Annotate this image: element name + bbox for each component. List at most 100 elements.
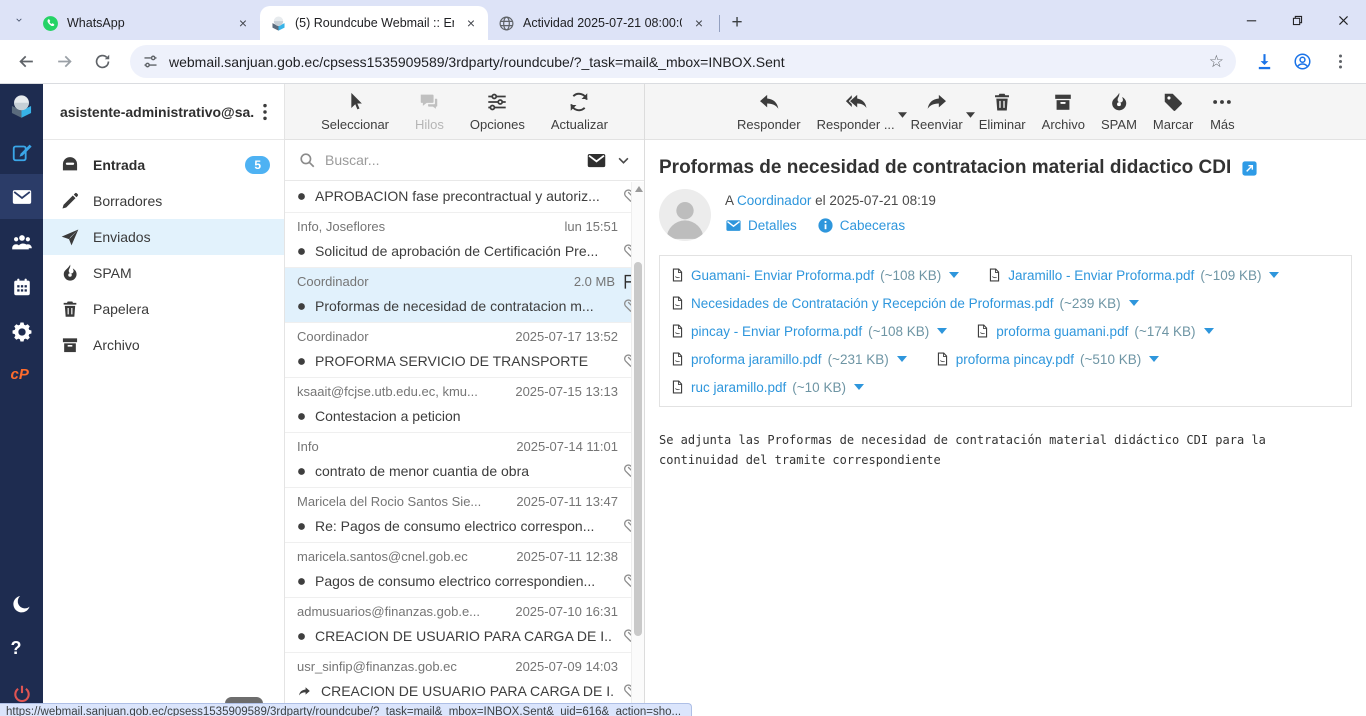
header-link[interactable]: Cabeceras bbox=[817, 217, 905, 234]
message-row[interactable]: APROBACION fase precontractual y autoriz… bbox=[285, 181, 644, 213]
tab-close-icon[interactable]: × bbox=[690, 14, 708, 32]
list-toolbar-button[interactable]: Seleccionar bbox=[313, 91, 397, 132]
attachment-menu-caret-icon[interactable] bbox=[854, 384, 864, 390]
folder-label: Borradores bbox=[93, 193, 162, 209]
rail-item[interactable] bbox=[0, 264, 43, 309]
browser-tab[interactable]: (5) Roundcube Webmail :: Envia × bbox=[260, 6, 488, 40]
attachment-menu-caret-icon[interactable] bbox=[1204, 328, 1214, 334]
close-button[interactable] bbox=[1320, 0, 1366, 40]
tab-search-chevron-icon[interactable] bbox=[6, 7, 32, 33]
url-text[interactable]: webmail.sanjuan.gob.ec/cpsess1535909589/… bbox=[169, 54, 785, 70]
browser-tab[interactable]: WhatsApp × bbox=[32, 6, 260, 40]
attachment-item[interactable]: ruc jaramillo.pdf (~10 KB) bbox=[670, 373, 864, 401]
attachment-name[interactable]: Jaramillo - Enviar Proforma.pdf bbox=[1008, 268, 1194, 283]
rail-item[interactable] bbox=[0, 174, 43, 219]
reader-toolbar-button[interactable]: Responder bbox=[729, 91, 809, 132]
reload-button[interactable] bbox=[86, 46, 118, 78]
attachment-name[interactable]: ruc jaramillo.pdf bbox=[691, 380, 786, 395]
recipient-link[interactable]: Coordinador bbox=[737, 193, 811, 208]
attachment-item[interactable]: proforma pincay.pdf (~510 KB) bbox=[935, 345, 1159, 373]
reader-toolbar-button[interactable]: Responder ... bbox=[809, 91, 903, 132]
attachment-menu-caret-icon[interactable] bbox=[1269, 272, 1279, 278]
header-link[interactable]: Detalles bbox=[725, 217, 797, 234]
list-scrollbar[interactable] bbox=[631, 182, 644, 716]
attachment-item[interactable]: pincay - Enviar Proforma.pdf (~108 KB) bbox=[670, 317, 947, 345]
message-date: 2025-07-09 14:03 bbox=[515, 659, 618, 674]
back-button[interactable] bbox=[10, 46, 42, 78]
rail-item[interactable] bbox=[0, 129, 43, 174]
attachment-item[interactable]: Guamani- Enviar Proforma.pdf (~108 KB) bbox=[670, 261, 959, 289]
folder-item[interactable]: Entrada 5 bbox=[43, 147, 284, 183]
list-toolbar-button[interactable]: Actualizar bbox=[543, 91, 616, 132]
message-row[interactable]: usr_sinfip@finanzas.gob.ec 2025-07-09 14… bbox=[285, 653, 644, 708]
reader-toolbar-button[interactable]: Más bbox=[1201, 91, 1243, 132]
search-scope-mail-icon[interactable] bbox=[586, 150, 607, 171]
bookmark-star-icon[interactable]: ☆ bbox=[1209, 52, 1224, 72]
search-options-chevron-icon[interactable] bbox=[616, 153, 631, 168]
folder-item[interactable]: Borradores bbox=[43, 183, 284, 219]
restore-button[interactable] bbox=[1274, 0, 1320, 40]
list-toolbar-button[interactable]: Opciones bbox=[462, 91, 533, 132]
reader-toolbar-button[interactable]: Archivo bbox=[1034, 91, 1093, 132]
attachment-item[interactable]: Jaramillo - Enviar Proforma.pdf (~109 KB… bbox=[987, 261, 1279, 289]
scroll-up-arrow[interactable] bbox=[635, 186, 643, 192]
attachment-item[interactable]: proforma jaramillo.pdf (~231 KB) bbox=[670, 345, 907, 373]
rail-item[interactable] bbox=[0, 219, 43, 264]
message-row[interactable]: admusuarios@finanzas.gob.e... 2025-07-10… bbox=[285, 598, 644, 653]
attachment-name[interactable]: proforma pincay.pdf bbox=[956, 352, 1074, 367]
attachment-menu-caret-icon[interactable] bbox=[897, 356, 907, 362]
message-row[interactable]: ksaait@fcjse.utb.edu.ec, kmu... 2025-07-… bbox=[285, 378, 644, 433]
attachment-menu-caret-icon[interactable] bbox=[949, 272, 959, 278]
new-tab-button[interactable]: + bbox=[723, 9, 751, 37]
message-row[interactable]: Info 2025-07-14 11:01 contrato de menor … bbox=[285, 433, 644, 488]
button-label: Marcar bbox=[1153, 117, 1193, 132]
tab-close-icon[interactable]: × bbox=[462, 14, 480, 32]
message-subject: CREACION DE USUARIO PARA CARGA DE I... bbox=[315, 628, 613, 644]
attachment-menu-caret-icon[interactable] bbox=[937, 328, 947, 334]
account-menu-icon[interactable] bbox=[254, 101, 276, 123]
rail-bottom-item[interactable]: ? bbox=[0, 626, 43, 671]
folder-item[interactable]: SPAM bbox=[43, 255, 284, 291]
roundcube-app: cP ? asistente-administrativo@sa.. bbox=[0, 84, 1366, 716]
attachment-menu-caret-icon[interactable] bbox=[1129, 300, 1139, 306]
message-row[interactable]: Info, Joseflores lun 15:51 Solicitud de … bbox=[285, 213, 644, 268]
attachment-menu-caret-icon[interactable] bbox=[1149, 356, 1159, 362]
scrollbar-thumb[interactable] bbox=[634, 262, 642, 636]
reader-toolbar-button[interactable]: Reenviar bbox=[903, 91, 971, 132]
minimize-button[interactable] bbox=[1228, 0, 1274, 40]
message-row[interactable]: Maricela del Rocio Santos Sie... 2025-07… bbox=[285, 488, 644, 543]
rail-item[interactable]: cP bbox=[0, 354, 43, 399]
reader-toolbar-button[interactable]: SPAM bbox=[1093, 91, 1145, 132]
attachment-name[interactable]: Necesidades de Contratación y Recepción … bbox=[691, 296, 1053, 311]
url-bar[interactable]: webmail.sanjuan.gob.ec/cpsess1535909589/… bbox=[130, 45, 1236, 78]
button-label: Seleccionar bbox=[321, 117, 389, 132]
folder-item[interactable]: Archivo bbox=[43, 327, 284, 363]
attachment-name[interactable]: pincay - Enviar Proforma.pdf bbox=[691, 324, 862, 339]
attachment-item[interactable]: proforma guamani.pdf (~174 KB) bbox=[975, 317, 1213, 345]
attachment-name[interactable]: proforma jaramillo.pdf bbox=[691, 352, 822, 367]
profile-icon[interactable] bbox=[1286, 46, 1318, 78]
attachment-item[interactable]: Necesidades de Contratación y Recepción … bbox=[670, 289, 1139, 317]
reader-toolbar-button[interactable]: Marcar bbox=[1145, 91, 1201, 132]
message-row[interactable]: maricela.santos@cnel.gob.ec 2025-07-11 1… bbox=[285, 543, 644, 598]
rail-bottom-item[interactable] bbox=[0, 581, 43, 626]
folder-item[interactable]: Papelera bbox=[43, 291, 284, 327]
folder-item[interactable]: Enviados bbox=[43, 219, 284, 255]
message-row[interactable]: Coordinador 2.0 MB Proformas de necesida… bbox=[285, 268, 644, 323]
message-row[interactable]: Coordinador 2025-07-17 13:52 PROFORMA SE… bbox=[285, 323, 644, 378]
site-info-icon[interactable] bbox=[142, 53, 159, 70]
rail-item[interactable] bbox=[0, 309, 43, 354]
open-in-new-window-icon[interactable] bbox=[1241, 160, 1258, 177]
tab-close-icon[interactable]: × bbox=[234, 14, 252, 32]
list-toolbar-button[interactable]: Hilos bbox=[407, 91, 452, 132]
message-date: 2.0 MB bbox=[574, 274, 615, 289]
browser-tab[interactable]: Actividad 2025-07-21 08:00:00 × bbox=[488, 6, 716, 40]
attachment-name[interactable]: Guamani- Enviar Proforma.pdf bbox=[691, 268, 874, 283]
reader-toolbar-button[interactable]: Eliminar bbox=[971, 91, 1034, 132]
search-input[interactable] bbox=[325, 152, 577, 168]
browser-menu-icon[interactable] bbox=[1324, 46, 1356, 78]
rail-item[interactable] bbox=[0, 84, 43, 129]
forward-button[interactable] bbox=[48, 46, 80, 78]
downloads-icon[interactable] bbox=[1248, 46, 1280, 78]
attachment-name[interactable]: proforma guamani.pdf bbox=[996, 324, 1128, 339]
